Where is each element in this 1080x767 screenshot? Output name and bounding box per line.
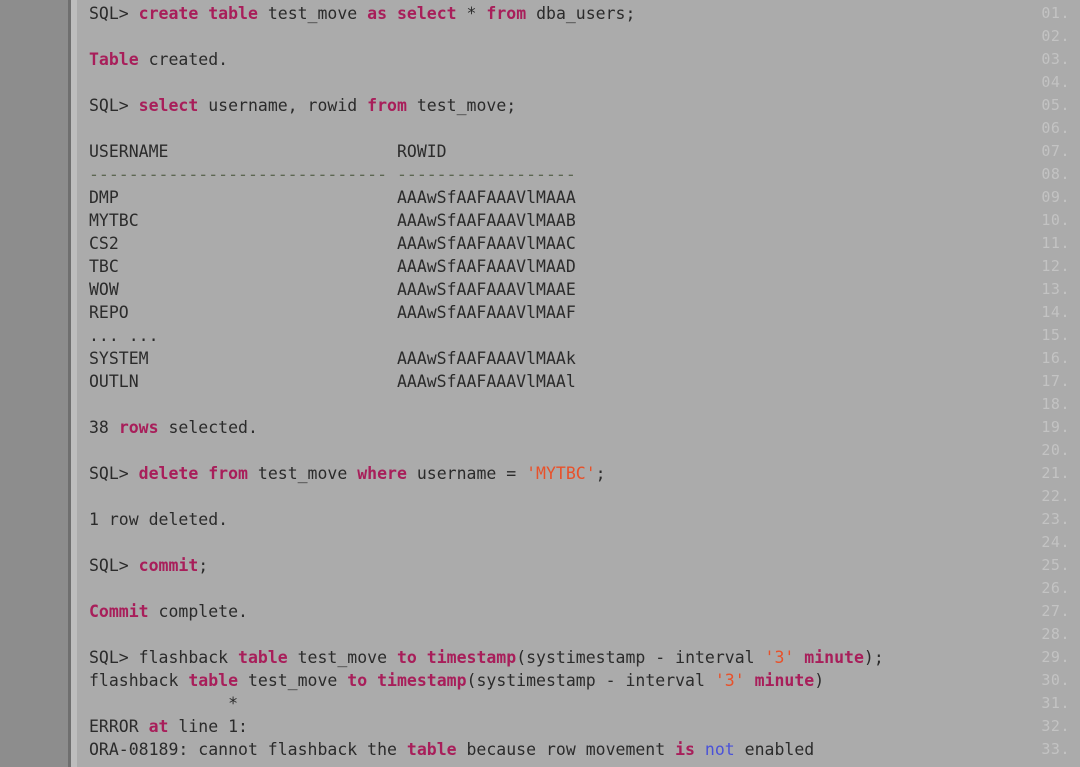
code-line[interactable]: SQL> flashback table test_move to timest…	[89, 646, 884, 669]
code-token-plain: flashback	[89, 671, 189, 690]
code-token-plain: *	[456, 4, 487, 23]
code-line[interactable]: Commit complete.	[89, 600, 248, 623]
code-token-plain: test_move;	[406, 96, 517, 115]
code-token-kw: as select	[367, 4, 457, 23]
code-token-kw: Commit	[89, 602, 149, 621]
code-token-kw: from	[486, 4, 527, 23]
code-token-plain: DMP AAAwSfAAFAAAVlMAAA	[89, 188, 576, 207]
code-token-kw: at	[148, 717, 169, 736]
code-token-kw: commit	[138, 556, 199, 575]
code-token-plain: dba_users;	[526, 4, 636, 23]
code-token-plain: SQL> flashback	[89, 648, 239, 667]
code-line[interactable]: ORA-08189: cannot flashback the table be…	[89, 738, 814, 761]
code-token-blue: not	[704, 740, 735, 759]
code-token-plain: SYSTEM AAAwSfAAFAAAVlMAAk	[89, 349, 576, 368]
code-token-kw: create table	[138, 4, 258, 23]
code-token-plain: username =	[406, 464, 527, 483]
code-line[interactable]: WOW AAAwSfAAFAAAVlMAAE	[89, 278, 576, 301]
line-number-gutter	[0, 0, 68, 767]
code-token-plain: REPO AAAwSfAAFAAAVlMAAF	[89, 303, 576, 322]
code-token-plain: created.	[138, 50, 229, 69]
code-token-plain: username, rowid	[198, 96, 368, 115]
code-line[interactable]: USERNAME ROWID	[89, 140, 447, 163]
code-token-plain: 1 row deleted.	[89, 510, 229, 529]
code-token-plain: test_move	[238, 671, 348, 690]
code-token-plain: (systimestamp - interval	[516, 648, 765, 667]
code-token-plain: )	[814, 671, 825, 690]
code-token-kw: from	[367, 96, 407, 115]
code-line[interactable]: SQL> select username, rowid from test_mo…	[89, 94, 516, 117]
code-line[interactable]: ------------------------------ ---------…	[89, 163, 576, 186]
code-token-plain: ;	[198, 556, 209, 575]
code-token-kw: is	[675, 740, 695, 759]
code-token-kw: rows	[118, 418, 159, 437]
code-line[interactable]: OUTLN AAAwSfAAFAAAVlMAAl	[89, 370, 576, 393]
code-token-kw: table	[406, 740, 457, 759]
code-token-str: '3'	[714, 671, 745, 690]
code-token-plain: MYTBC AAAwSfAAFAAAVlMAAB	[89, 211, 576, 230]
code-token-plain: TBC AAAwSfAAFAAAVlMAAD	[89, 257, 576, 276]
code-token-kw: to timestamp	[347, 671, 467, 690]
code-token-plain: SQL>	[89, 4, 139, 23]
code-token-kw: Table	[89, 50, 139, 69]
code-line[interactable]: MYTBC AAAwSfAAFAAAVlMAAB	[89, 209, 576, 232]
code-line[interactable]: *	[89, 692, 238, 715]
code-token-plain: test_move	[257, 4, 368, 23]
code-token-plain: complete.	[148, 602, 248, 621]
code-token-str: 'MYTBC'	[526, 464, 596, 483]
code-content-area[interactable]: SQL> create table test_move as select * …	[77, 0, 1080, 767]
code-token-plain: test_move	[287, 648, 397, 667]
code-token-plain: );	[863, 648, 884, 667]
code-token-kw: delete from	[138, 464, 248, 483]
code-token-kw: select	[138, 96, 199, 115]
code-line[interactable]: ... ...	[89, 324, 159, 347]
code-token-kw: table	[188, 671, 239, 690]
code-line[interactable]: TBC AAAwSfAAFAAAVlMAAD	[89, 255, 576, 278]
code-token-kw: where	[357, 464, 407, 483]
code-token-plain: ;	[595, 464, 606, 483]
code-token-plain: WOW AAAwSfAAFAAAVlMAAE	[89, 280, 576, 299]
code-token-plain: SQL>	[89, 556, 139, 575]
code-line[interactable]: flashback table test_move to timestamp(s…	[89, 669, 824, 692]
code-token-str: '3'	[764, 648, 795, 667]
code-token-plain: (systimestamp - interval	[466, 671, 715, 690]
code-token-plain: ORA-08189: cannot flashback the	[89, 740, 407, 759]
code-token-plain: CS2 AAAwSfAAFAAAVlMAAC	[89, 234, 576, 253]
code-line[interactable]: SYSTEM AAAwSfAAFAAAVlMAAk	[89, 347, 576, 370]
code-token-plain: SQL>	[89, 96, 139, 115]
code-line[interactable]: 1 row deleted.	[89, 508, 228, 531]
code-token-plain: ... ...	[89, 326, 159, 345]
code-line[interactable]: SQL> delete from test_move where usernam…	[89, 462, 606, 485]
code-line[interactable]: DMP AAAwSfAAFAAAVlMAAA	[89, 186, 576, 209]
code-line[interactable]: ERROR at line 1:	[89, 715, 248, 738]
code-line[interactable]: 38 rows selected.	[89, 416, 258, 439]
code-token-dash: ------------------------------ ---------…	[89, 165, 576, 184]
code-line[interactable]: CS2 AAAwSfAAFAAAVlMAAC	[89, 232, 576, 255]
code-token-kw: minute	[804, 648, 864, 667]
code-token-plain: ERROR	[89, 717, 149, 736]
code-line[interactable]: SQL> commit;	[89, 554, 208, 577]
code-token-kw: table	[238, 648, 288, 667]
code-line[interactable]: SQL> create table test_move as select * …	[89, 2, 635, 25]
code-token-kw: minute	[754, 671, 815, 690]
code-token-plain: USERNAME ROWID	[89, 142, 447, 161]
code-token-plain: 38	[89, 418, 119, 437]
code-token-plain: because row movement	[456, 740, 676, 759]
code-token-plain: selected.	[158, 418, 258, 437]
code-token-plain: test_move	[247, 464, 358, 483]
code-viewer[interactable]: 01. 02. 03. 04. 05. 06. 07. 08. 09. 10. 11. 12. 13. 1…	[0, 0, 1080, 767]
code-token-plain: *	[89, 694, 239, 713]
code-line[interactable]: REPO AAAwSfAAFAAAVlMAAF	[89, 301, 576, 324]
code-token-plain: enabled	[734, 740, 815, 759]
code-token-plain: OUTLN AAAwSfAAFAAAVlMAAl	[89, 372, 576, 391]
code-token-plain: line 1:	[168, 717, 248, 736]
code-token-plain: SQL>	[89, 464, 139, 483]
code-line[interactable]: Table created.	[89, 48, 228, 71]
code-token-kw: to timestamp	[396, 648, 517, 667]
